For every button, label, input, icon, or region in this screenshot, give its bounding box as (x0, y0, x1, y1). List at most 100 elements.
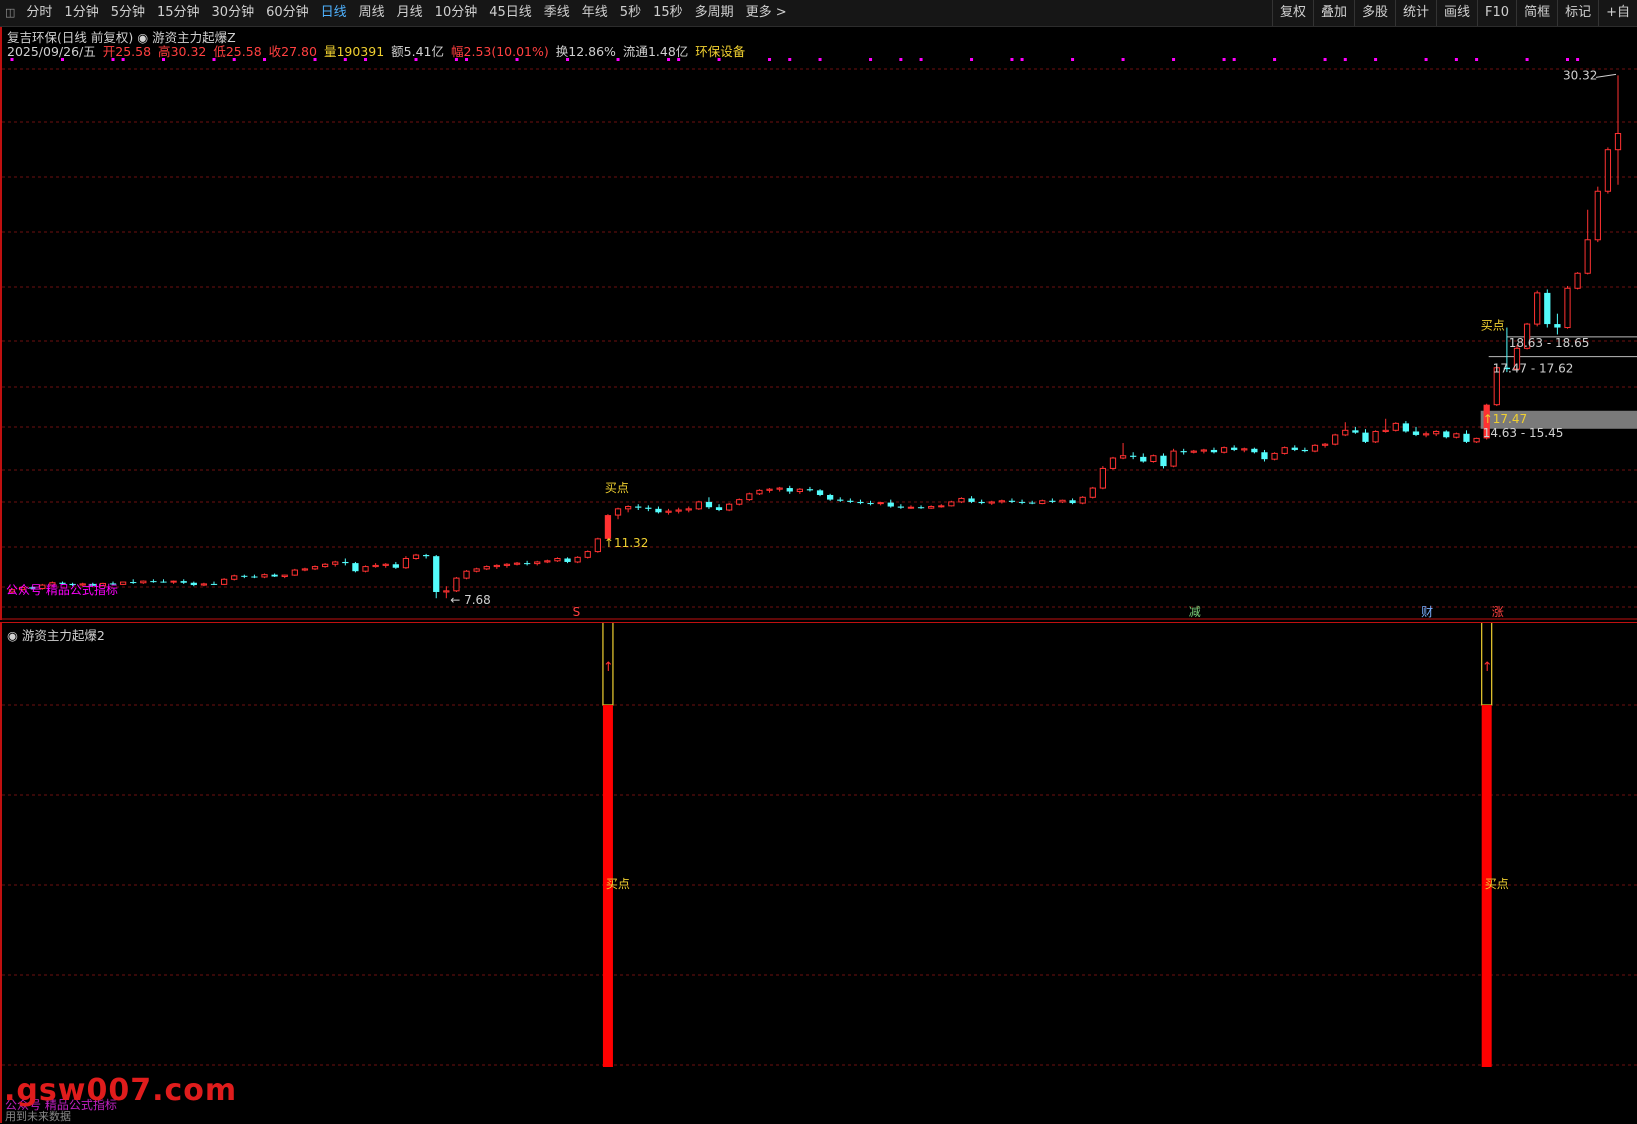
window-menu-icon[interactable]: ◫ (0, 0, 20, 26)
candle-body (907, 506, 915, 509)
candle-body (1392, 422, 1399, 431)
tool-button[interactable]: 统计 (1395, 0, 1436, 26)
high-value: 30.32 (170, 44, 207, 59)
volume-value: 190391 (336, 44, 385, 59)
candle-body (1352, 430, 1359, 433)
indicator-bar-chart[interactable]: ↑ 买点 ↑ 买点 (2, 623, 1637, 1123)
candle-body (1412, 431, 1420, 435)
tool-button[interactable]: +自 (1598, 0, 1637, 26)
signal-dot (1565, 58, 1569, 61)
candle-body (1251, 448, 1258, 453)
period-tab[interactable]: 周线 (353, 0, 391, 26)
candle-body (392, 564, 399, 568)
candle-body (422, 555, 430, 557)
candle-body (261, 574, 268, 578)
tool-button[interactable]: 标记 (1557, 0, 1598, 26)
period-tab[interactable]: 15分钟 (151, 0, 206, 26)
candle-body (1311, 444, 1319, 452)
period-tab[interactable]: 1分钟 (58, 0, 104, 26)
amount-value: 5.41亿 (403, 44, 445, 59)
change-value: 2.53(10.01%) (463, 44, 549, 59)
period-tab[interactable]: 分时 (20, 0, 58, 26)
candle-body (372, 564, 379, 568)
candle-body (998, 500, 1005, 503)
candle-body (231, 575, 238, 580)
range-label: 18.63 - 18.65 (1509, 336, 1590, 350)
tool-button[interactable]: 画线 (1436, 0, 1477, 26)
period-tab[interactable]: 45日线 (483, 0, 538, 26)
period-tab[interactable]: 5分钟 (105, 0, 151, 26)
candle-body (342, 561, 349, 564)
candle-body (685, 508, 692, 511)
signal-dot (1172, 58, 1176, 61)
turnover-value: 12.86% (568, 44, 616, 59)
tool-button[interactable]: F10 (1477, 0, 1516, 26)
date-label: 2025/09/26/五 (7, 44, 96, 59)
period-tab[interactable]: 5秒 (614, 0, 647, 26)
candle-body (1210, 449, 1218, 453)
signal-dot (1525, 58, 1529, 61)
candle-body (806, 489, 814, 491)
candle-body (524, 563, 531, 565)
candle-body (1018, 501, 1026, 503)
candle-body (473, 568, 480, 572)
period-tab[interactable]: 更多 > (740, 0, 793, 26)
main-chart-panel[interactable]: 30.32 ← 7.68 买点 ↑11.32 买点 ↑17.47 18.63 - 18.65… (0, 27, 1637, 620)
signal-up-arrow: ↑ (1482, 660, 1493, 675)
tool-button[interactable]: 复权 (1271, 0, 1313, 26)
period-tab[interactable]: 月线 (391, 0, 429, 26)
period-tab[interactable]: 日线 (315, 0, 353, 26)
signal-dot (1273, 58, 1277, 61)
period-tab[interactable]: 10分钟 (429, 0, 484, 26)
tool-button[interactable]: 简框 (1516, 0, 1557, 26)
candle-body (564, 558, 571, 562)
candle-body (554, 557, 561, 562)
candle-body (695, 501, 702, 510)
candle-body (988, 501, 995, 504)
sector-link[interactable]: 环保设备 (695, 44, 745, 59)
sub-indicator-title[interactable]: ◉ 游资主力起爆2 (7, 625, 105, 644)
sub-indicator-panel[interactable]: ↑ 买点 ↑ 买点 ◉ 游资主力起爆2 (0, 622, 1637, 1123)
candlestick-chart[interactable]: 30.32 ← 7.68 买点 ↑11.32 买点 ↑17.47 18.63 - 18.65… (2, 27, 1637, 620)
candle-body (382, 563, 389, 566)
signal-dot (970, 58, 974, 61)
candle-body (1180, 451, 1187, 453)
candle-body (1109, 457, 1117, 469)
event-marker: 涨 (1492, 604, 1504, 619)
candle-body (574, 556, 581, 563)
period-tab[interactable]: 60分钟 (260, 0, 315, 26)
candle-body (483, 566, 490, 570)
candle-body (837, 499, 844, 501)
period-tab[interactable]: 季线 (538, 0, 576, 26)
candle-body (584, 551, 591, 558)
signal-dot (1323, 58, 1327, 61)
signal-dot (818, 58, 822, 61)
candle-body (119, 581, 127, 585)
period-tab[interactable]: 15秒 (647, 0, 689, 26)
candle-body (756, 489, 763, 495)
candle-body (190, 582, 197, 586)
period-tabs: ◫ 分时 1分钟 5分钟 15分钟 30分钟 60分钟 日线 周线 月线 10分钟 45日线 季线 年线… (0, 0, 793, 26)
candle-body (362, 566, 369, 572)
candle-body (1332, 434, 1339, 445)
candle-body (1463, 433, 1470, 442)
sub-indicator-toggle-icon[interactable]: ◉ (7, 628, 22, 643)
candle-body (1029, 502, 1036, 504)
candle-body (1008, 500, 1016, 502)
period-tab[interactable]: 30分钟 (206, 0, 261, 26)
tool-button[interactable]: 叠加 (1312, 0, 1354, 26)
candle-body (786, 488, 793, 492)
candle-body (857, 501, 864, 504)
candle-body (412, 554, 420, 559)
candle-body (867, 503, 874, 505)
period-tab[interactable]: 多周期 (689, 0, 740, 26)
signal-bar-label: 买点 (606, 877, 630, 891)
candle-body (241, 575, 248, 577)
candle-body (766, 488, 773, 491)
period-tab[interactable]: 年线 (576, 0, 614, 26)
tool-button[interactable]: 多股 (1353, 0, 1395, 26)
candle-body (1473, 437, 1480, 443)
candle-body (614, 508, 622, 516)
candle-body (513, 562, 521, 565)
signal-dot (1374, 58, 1378, 61)
